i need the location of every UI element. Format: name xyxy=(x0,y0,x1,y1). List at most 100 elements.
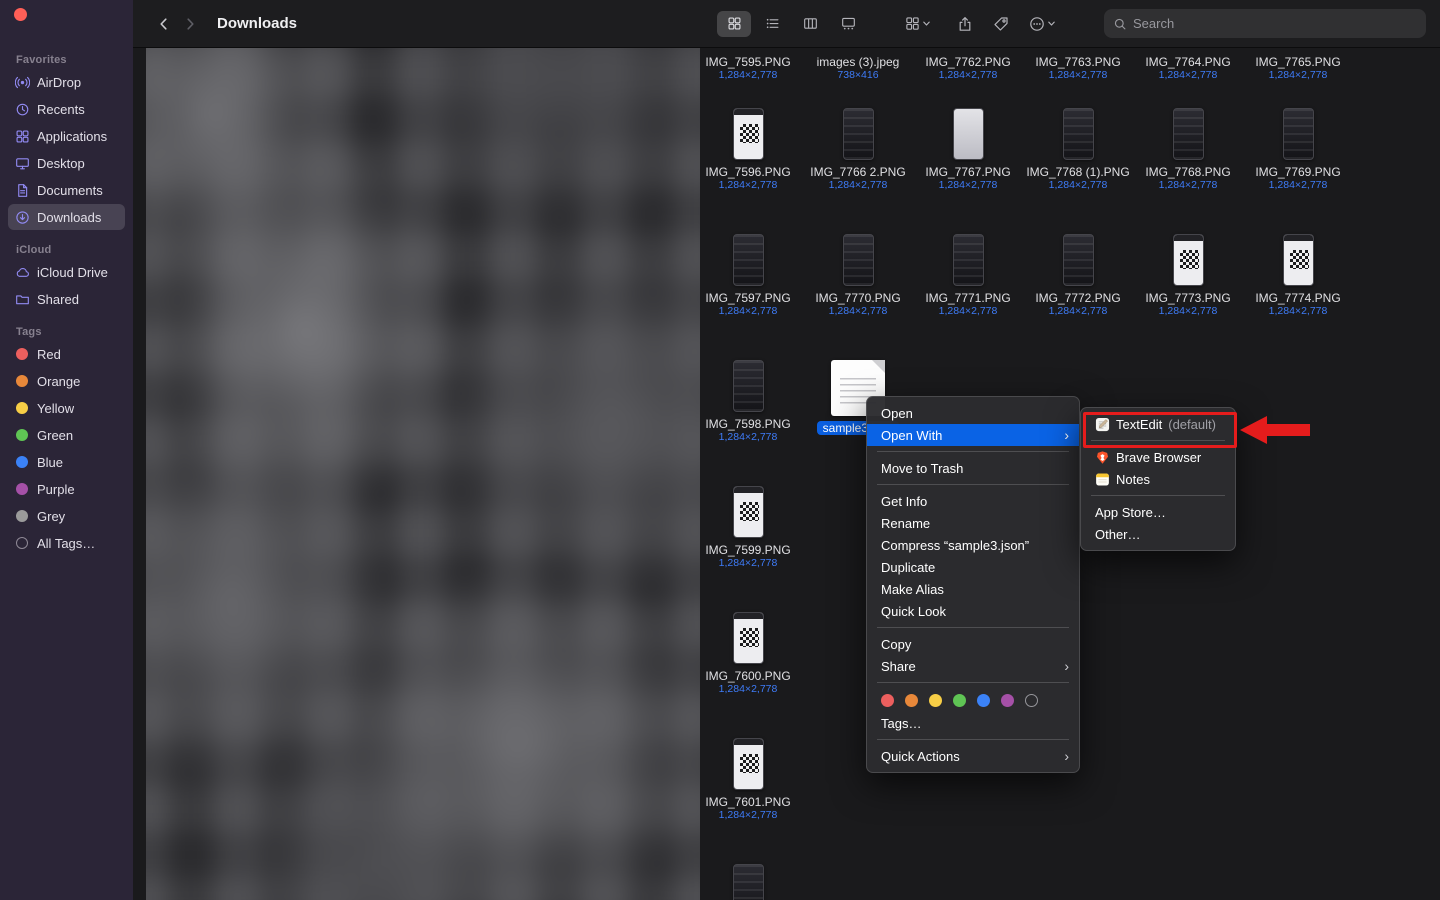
menu-item-copy[interactable]: Copy xyxy=(867,633,1079,655)
gallery-view-button[interactable] xyxy=(831,11,865,37)
sidebar-item-all-tags[interactable]: All Tags… xyxy=(8,530,125,556)
search-input[interactable] xyxy=(1133,16,1417,31)
file-img-7764-png[interactable]: IMG_7764.PNG1,284×2,778 xyxy=(1133,50,1243,82)
sidebar-item-yellow[interactable]: Yellow xyxy=(8,395,125,421)
file-partial[interactable] xyxy=(693,864,803,900)
menu-tag-dot[interactable] xyxy=(929,694,942,707)
back-button[interactable] xyxy=(151,11,177,37)
desktop-icon xyxy=(14,155,30,171)
menu-item-other[interactable]: Other… xyxy=(1081,523,1235,545)
sidebar-item-documents[interactable]: Documents xyxy=(8,177,125,203)
file-thumbnail xyxy=(843,234,874,286)
file-img-7774-png[interactable]: IMG_7774.PNG1,284×2,778 xyxy=(1243,234,1353,318)
column-view-button[interactable] xyxy=(793,11,827,37)
more-actions-button[interactable] xyxy=(1025,11,1060,37)
file-img-7600-png[interactable]: IMG_7600.PNG1,284×2,778 xyxy=(693,612,803,696)
group-button[interactable] xyxy=(901,11,935,37)
file-img-7597-png[interactable]: IMG_7597.PNG1,284×2,778 xyxy=(693,234,803,318)
sidebar-item-recents[interactable]: Recents xyxy=(8,96,125,122)
file-img-7767-png[interactable]: IMG_7767.PNG1,284×2,778 xyxy=(913,108,1023,192)
menu-tag-dot[interactable] xyxy=(1001,694,1014,707)
file-img-7771-png[interactable]: IMG_7771.PNG1,284×2,778 xyxy=(913,234,1023,318)
file-img-7599-png[interactable]: IMG_7599.PNG1,284×2,778 xyxy=(693,486,803,570)
file-name: IMG_7773.PNG xyxy=(1133,291,1243,305)
menu-item-quick-actions[interactable]: Quick Actions › xyxy=(867,745,1079,767)
menu-item-get-info[interactable]: Get Info xyxy=(867,490,1079,512)
tags-button[interactable] xyxy=(989,11,1013,37)
file-img-7770-png[interactable]: IMG_7770.PNG1,284×2,778 xyxy=(803,234,913,318)
file-img-7769-png[interactable]: IMG_7769.PNG1,284×2,778 xyxy=(1243,108,1353,192)
menu-item-compress-sample3-json[interactable]: Compress “sample3.json” xyxy=(867,534,1079,556)
file-img-7772-png[interactable]: IMG_7772.PNG1,284×2,778 xyxy=(1023,234,1133,318)
menu-tag-dot[interactable] xyxy=(905,694,918,707)
menu-tag-dot[interactable] xyxy=(881,694,894,707)
sidebar-item-grey[interactable]: Grey xyxy=(8,503,125,529)
sidebar-item-shared[interactable]: Shared xyxy=(8,286,125,312)
gallery-view-icon xyxy=(841,16,856,31)
sidebar-item-desktop[interactable]: Desktop xyxy=(8,150,125,176)
ellipsis-circle-icon xyxy=(1029,16,1045,32)
menu-tag-dot-none[interactable] xyxy=(1025,694,1038,707)
forward-button[interactable] xyxy=(177,11,203,37)
chevron-right-icon: › xyxy=(1064,749,1069,763)
file-img-7768-png[interactable]: IMG_7768.PNG1,284×2,778 xyxy=(1133,108,1243,192)
sidebar-item-green[interactable]: Green xyxy=(8,422,125,448)
file-name: IMG_7596.PNG xyxy=(693,165,803,179)
menu-item-tags[interactable]: Tags… xyxy=(867,712,1079,734)
menu-item-label: Tags… xyxy=(881,716,921,731)
file-thumbnail xyxy=(733,108,764,160)
file-img-7768-1-png[interactable]: IMG_7768 (1).PNG1,284×2,778 xyxy=(1023,108,1133,192)
menu-tag-dot[interactable] xyxy=(953,694,966,707)
file-dimensions: 1,284×2,778 xyxy=(693,809,803,822)
list-view-button[interactable] xyxy=(755,11,789,37)
file-img-7762-png[interactable]: IMG_7762.PNG1,284×2,778 xyxy=(913,50,1023,82)
sidebar-item-downloads[interactable]: Downloads xyxy=(8,204,125,230)
menu-item-app-store[interactable]: App Store… xyxy=(1081,501,1235,523)
menu-item-rename[interactable]: Rename xyxy=(867,512,1079,534)
column-view-icon xyxy=(803,16,818,31)
menu-item-quick-look[interactable]: Quick Look xyxy=(867,600,1079,622)
file-img-7595-png[interactable]: IMG_7595.PNG1,284×2,778 xyxy=(693,50,803,82)
menu-item-open[interactable]: Open xyxy=(867,402,1079,424)
file-thumbnail xyxy=(1063,234,1094,286)
menu-item-share[interactable]: Share› xyxy=(867,655,1079,677)
menu-item-label: Get Info xyxy=(881,494,927,509)
menu-item-notes[interactable]: Notes xyxy=(1081,468,1235,490)
menu-item-open-with[interactable]: Open With› xyxy=(867,424,1079,446)
sidebar-item-applications[interactable]: Applications xyxy=(8,123,125,149)
share-button[interactable] xyxy=(953,11,977,37)
file-dimensions: 738×416 xyxy=(803,69,913,82)
sidebar-item-icloud-drive[interactable]: iCloud Drive xyxy=(8,259,125,285)
icon-view-button[interactable] xyxy=(717,11,751,37)
file-img-7766-2-png[interactable]: IMG_7766 2.PNG1,284×2,778 xyxy=(803,108,913,192)
menu-item-label: Quick Actions xyxy=(881,749,960,764)
menu-tag-dot[interactable] xyxy=(977,694,990,707)
menu-item-make-alias[interactable]: Make Alias xyxy=(867,578,1079,600)
file-img-7598-png[interactable]: IMG_7598.PNG1,284×2,778 xyxy=(693,360,803,444)
sidebar-item-label: Documents xyxy=(37,183,103,198)
sidebar-item-purple[interactable]: Purple xyxy=(8,476,125,502)
sidebar-item-orange[interactable]: Orange xyxy=(8,368,125,394)
menu-item-label: Notes xyxy=(1116,472,1150,487)
sidebar-section-title: Tags xyxy=(16,326,133,338)
tag-yellow-icon xyxy=(16,402,28,414)
sidebar-item-red[interactable]: Red xyxy=(8,341,125,367)
close-window-button[interactable] xyxy=(14,8,27,21)
file-images-3-jpeg[interactable]: images (3).jpeg738×416 xyxy=(803,50,913,82)
file-img-7601-png[interactable]: IMG_7601.PNG1,284×2,778 xyxy=(693,738,803,822)
file-img-7596-png[interactable]: IMG_7596.PNG1,284×2,778 xyxy=(693,108,803,192)
sidebar-item-blue[interactable]: Blue xyxy=(8,449,125,475)
search-field[interactable] xyxy=(1104,9,1426,38)
menu-item-brave-browser[interactable]: Brave Browser xyxy=(1081,446,1235,468)
file-img-7763-png[interactable]: IMG_7763.PNG1,284×2,778 xyxy=(1023,50,1133,82)
file-img-7765-png[interactable]: IMG_7765.PNG1,284×2,778 xyxy=(1243,50,1353,82)
tag-purple-icon xyxy=(16,483,28,495)
tag-blue-icon xyxy=(16,456,28,468)
sidebar-item-airdrop[interactable]: AirDrop xyxy=(8,69,125,95)
menu-item-move-to-trash[interactable]: Move to Trash xyxy=(867,457,1079,479)
menu-item-label: Open With xyxy=(881,428,942,443)
menu-item-duplicate[interactable]: Duplicate xyxy=(867,556,1079,578)
file-img-7773-png[interactable]: IMG_7773.PNG1,284×2,778 xyxy=(1133,234,1243,318)
file-name: IMG_7601.PNG xyxy=(693,795,803,809)
tag-grey-icon xyxy=(16,510,28,522)
